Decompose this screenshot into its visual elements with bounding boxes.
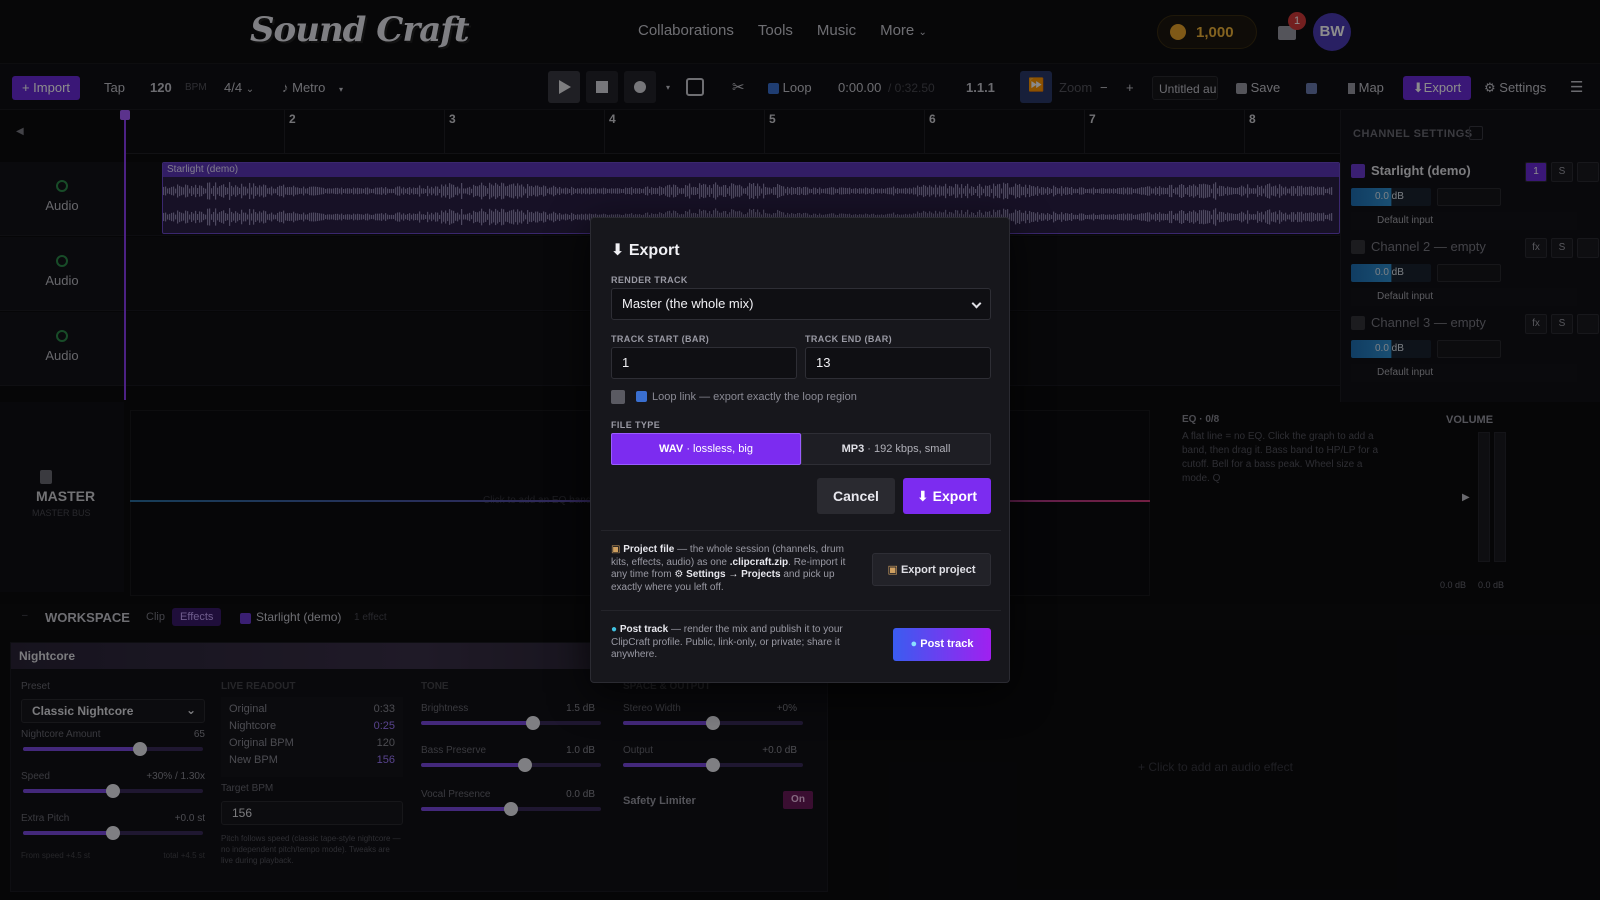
chevron-down-icon — [971, 298, 982, 309]
divider — [601, 530, 1001, 531]
project-file-title: Project file — [623, 544, 675, 555]
dialog-title: ⬇ Export — [611, 240, 680, 260]
project-settings-path: ⚙ Settings → Projects — [674, 569, 781, 580]
track-start-label: TRACK START (BAR) — [611, 334, 710, 344]
export-project-label: Export project — [900, 564, 976, 576]
divider — [601, 610, 1001, 611]
track-end-input[interactable]: 13 — [805, 347, 991, 379]
package-icon: ▣ — [611, 544, 621, 555]
mp3-option[interactable]: MP3 · 192 kbps, small — [801, 433, 991, 465]
loop-link-label: Loop link — export exactly the loop regi… — [652, 391, 857, 403]
wav-desc: · lossless, big — [683, 443, 753, 455]
mp3-label: MP3 — [841, 443, 865, 455]
post-track-title: Post track — [619, 624, 669, 635]
post-track-label: Post track — [920, 638, 974, 650]
project-file-description: ▣ Project file — the whole session (chan… — [611, 544, 861, 594]
package-icon: ▣ — [887, 564, 898, 576]
download-icon: ⬇ — [917, 488, 929, 504]
download-icon: ⬇ — [611, 242, 625, 259]
confirm-export-button[interactable]: ⬇ Export — [903, 478, 991, 514]
confirm-export-label: Export — [932, 488, 977, 504]
loop-icon — [636, 391, 647, 402]
file-type-label: FILE TYPE — [611, 420, 661, 430]
globe-icon: ● — [910, 638, 918, 650]
loop-link-checkbox[interactable] — [611, 390, 625, 404]
track-start-input[interactable]: 1 — [611, 347, 797, 379]
post-track-description: ● Post track — render the mix and publis… — [611, 624, 861, 662]
render-track-label: RENDER TRACK — [611, 275, 688, 285]
dialog-title-text: Export — [628, 242, 680, 259]
track-end-label: TRACK END (BAR) — [805, 334, 892, 344]
cancel-button[interactable]: Cancel — [817, 478, 895, 514]
wav-option[interactable]: WAV · lossless, big — [611, 433, 801, 465]
wav-label: WAV — [659, 443, 684, 455]
mp3-desc: · 192 kbps, small — [864, 443, 951, 455]
post-track-button[interactable]: ● Post track — [893, 628, 991, 661]
globe-icon: ● — [611, 624, 618, 635]
render-track-select[interactable]: Master (the whole mix) — [611, 288, 991, 320]
export-project-button[interactable]: ▣ Export project — [872, 553, 991, 586]
export-dialog: ⬇ Export RENDER TRACK Master (the whole … — [590, 217, 1010, 683]
render-track-value: Master (the whole mix) — [622, 296, 754, 311]
project-file-ext: .clipcraft.zip — [729, 556, 789, 568]
